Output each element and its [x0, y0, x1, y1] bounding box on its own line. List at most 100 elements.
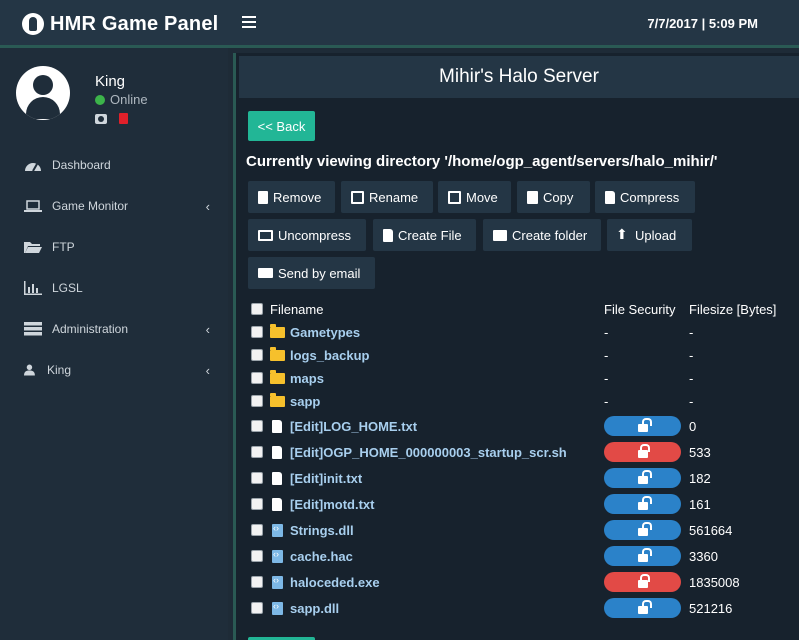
- unlock-toggle-button[interactable]: [604, 520, 681, 540]
- file-security: -: [604, 371, 609, 386]
- folder-icon: [270, 347, 285, 361]
- remove-button[interactable]: Remove: [248, 181, 335, 213]
- upload-icon: [616, 226, 630, 243]
- row-checkbox[interactable]: [251, 472, 263, 484]
- file-link[interactable]: maps: [290, 371, 324, 386]
- file-link[interactable]: [Edit]OGP_HOME_000000003_startup_scr.sh: [290, 445, 567, 460]
- create-folder-button[interactable]: Create folder: [483, 219, 601, 251]
- chevron-left-icon: ‹: [205, 199, 210, 214]
- sidebar-item-lgsl[interactable]: LGSL: [0, 267, 228, 308]
- file-link[interactable]: logs_backup: [290, 348, 369, 363]
- file-link[interactable]: [Edit]LOG_HOME.txt: [290, 419, 417, 434]
- file-link[interactable]: Strings.dll: [290, 523, 354, 538]
- file-link[interactable]: haloceded.exe: [290, 575, 380, 590]
- user-name: King: [95, 73, 126, 90]
- table-row: logs_backup - -: [246, 344, 796, 367]
- file-code-icon: [272, 523, 283, 537]
- avatar: [16, 66, 70, 120]
- menu-toggle-icon[interactable]: [242, 16, 256, 30]
- sidebar-item-user[interactable]: King ‹: [0, 349, 228, 390]
- lock-icon: [637, 574, 650, 588]
- main-panel: Mihir's Halo Server << Back Currently vi…: [233, 53, 799, 640]
- file-size: 521216: [689, 600, 733, 616]
- row-checkbox[interactable]: [251, 349, 263, 361]
- uncompress-button[interactable]: Uncompress: [248, 219, 366, 251]
- unlock-toggle-button[interactable]: [604, 468, 681, 488]
- row-checkbox[interactable]: [251, 372, 263, 384]
- security-header: File Security: [604, 302, 676, 317]
- unlock-icon: [637, 470, 652, 484]
- unlock-toggle-button[interactable]: [604, 546, 681, 566]
- file-link[interactable]: sapp.dll: [290, 601, 339, 616]
- row-checkbox[interactable]: [251, 395, 263, 407]
- lock-icon: [637, 444, 650, 458]
- file-link[interactable]: sapp: [290, 394, 320, 409]
- file-size: 1835008: [689, 574, 740, 590]
- sidebar-nav: Dashboard Game Monitor ‹ FTP LGSL Admini…: [0, 144, 228, 390]
- camera-icon[interactable]: [95, 113, 107, 124]
- page-title: Mihir's Halo Server: [239, 56, 799, 98]
- move-label: Move: [466, 189, 498, 205]
- table-row: sapp.dll 521216: [246, 595, 796, 621]
- envelope-icon: [258, 268, 273, 278]
- file-size: -: [689, 394, 694, 409]
- sidebar-item-administration[interactable]: Administration ‹: [0, 308, 228, 349]
- compress-button[interactable]: Compress: [595, 181, 695, 213]
- upload-button[interactable]: Upload: [607, 219, 692, 251]
- sidebar-item-label: LGSL: [52, 280, 83, 295]
- brand-title: HMR Game Panel: [50, 12, 219, 35]
- file-size: -: [689, 325, 694, 340]
- trash-icon[interactable]: [119, 113, 128, 124]
- row-checkbox[interactable]: [251, 550, 263, 562]
- sidebar-item-ftp[interactable]: FTP: [0, 226, 228, 267]
- create-file-button[interactable]: Create File: [373, 219, 476, 251]
- lock-toggle-button[interactable]: [604, 442, 681, 462]
- file-size: 533: [689, 444, 711, 460]
- file-size: 3360: [689, 548, 718, 564]
- share-icon: [448, 190, 461, 204]
- sidebar-item-label: Game Monitor: [52, 198, 129, 213]
- copy-button[interactable]: Copy: [517, 181, 590, 213]
- bar-chart-icon: [24, 280, 42, 295]
- copy-label: Copy: [543, 189, 574, 205]
- file-icon: [383, 228, 393, 242]
- file-link[interactable]: cache.hac: [290, 549, 353, 564]
- sidebar-item-label: King: [47, 362, 72, 377]
- unlock-toggle-button[interactable]: [604, 494, 681, 514]
- row-checkbox[interactable]: [251, 498, 263, 510]
- file-link[interactable]: [Edit]motd.txt: [290, 497, 374, 512]
- file-link[interactable]: [Edit]init.txt: [290, 471, 362, 486]
- row-checkbox[interactable]: [251, 326, 263, 338]
- brand[interactable]: HMR Game Panel: [22, 11, 218, 37]
- file-size: 0: [689, 418, 697, 434]
- unlock-toggle-button[interactable]: [604, 416, 681, 436]
- back-button[interactable]: << Back: [248, 111, 315, 141]
- file-link[interactable]: Gametypes: [290, 325, 360, 340]
- sidebar-item-label: Administration: [52, 321, 129, 336]
- table-row: Gametypes - -: [246, 321, 796, 344]
- sidebar-item-game-monitor[interactable]: Game Monitor ‹: [0, 185, 228, 226]
- unlock-toggle-button[interactable]: [604, 598, 681, 618]
- row-checkbox[interactable]: [251, 602, 263, 614]
- lock-toggle-button[interactable]: [604, 572, 681, 592]
- sidebar-item-dashboard[interactable]: Dashboard: [0, 144, 228, 185]
- rename-button[interactable]: Rename: [341, 181, 433, 213]
- file-text-icon: [272, 419, 282, 433]
- row-checkbox[interactable]: [251, 446, 263, 458]
- file-security: -: [604, 325, 609, 340]
- table-row: cache.hac 3360: [246, 543, 796, 569]
- row-checkbox[interactable]: [251, 524, 263, 536]
- create-folder-label: Create folder: [512, 227, 588, 243]
- row-checkbox[interactable]: [251, 420, 263, 432]
- folder-icon: [493, 229, 507, 241]
- move-button[interactable]: Move: [438, 181, 511, 213]
- row-checkbox[interactable]: [251, 576, 263, 588]
- send-email-button[interactable]: Send by email: [248, 257, 375, 289]
- upload-label: Upload: [635, 227, 677, 243]
- select-all-checkbox[interactable]: [251, 303, 263, 315]
- file-text-icon: [272, 471, 282, 485]
- folder-icon: [270, 324, 285, 338]
- table-row: [Edit]init.txt 182: [246, 465, 796, 491]
- send-email-label: Send by email: [278, 265, 361, 281]
- chevron-left-icon: ‹: [205, 322, 210, 337]
